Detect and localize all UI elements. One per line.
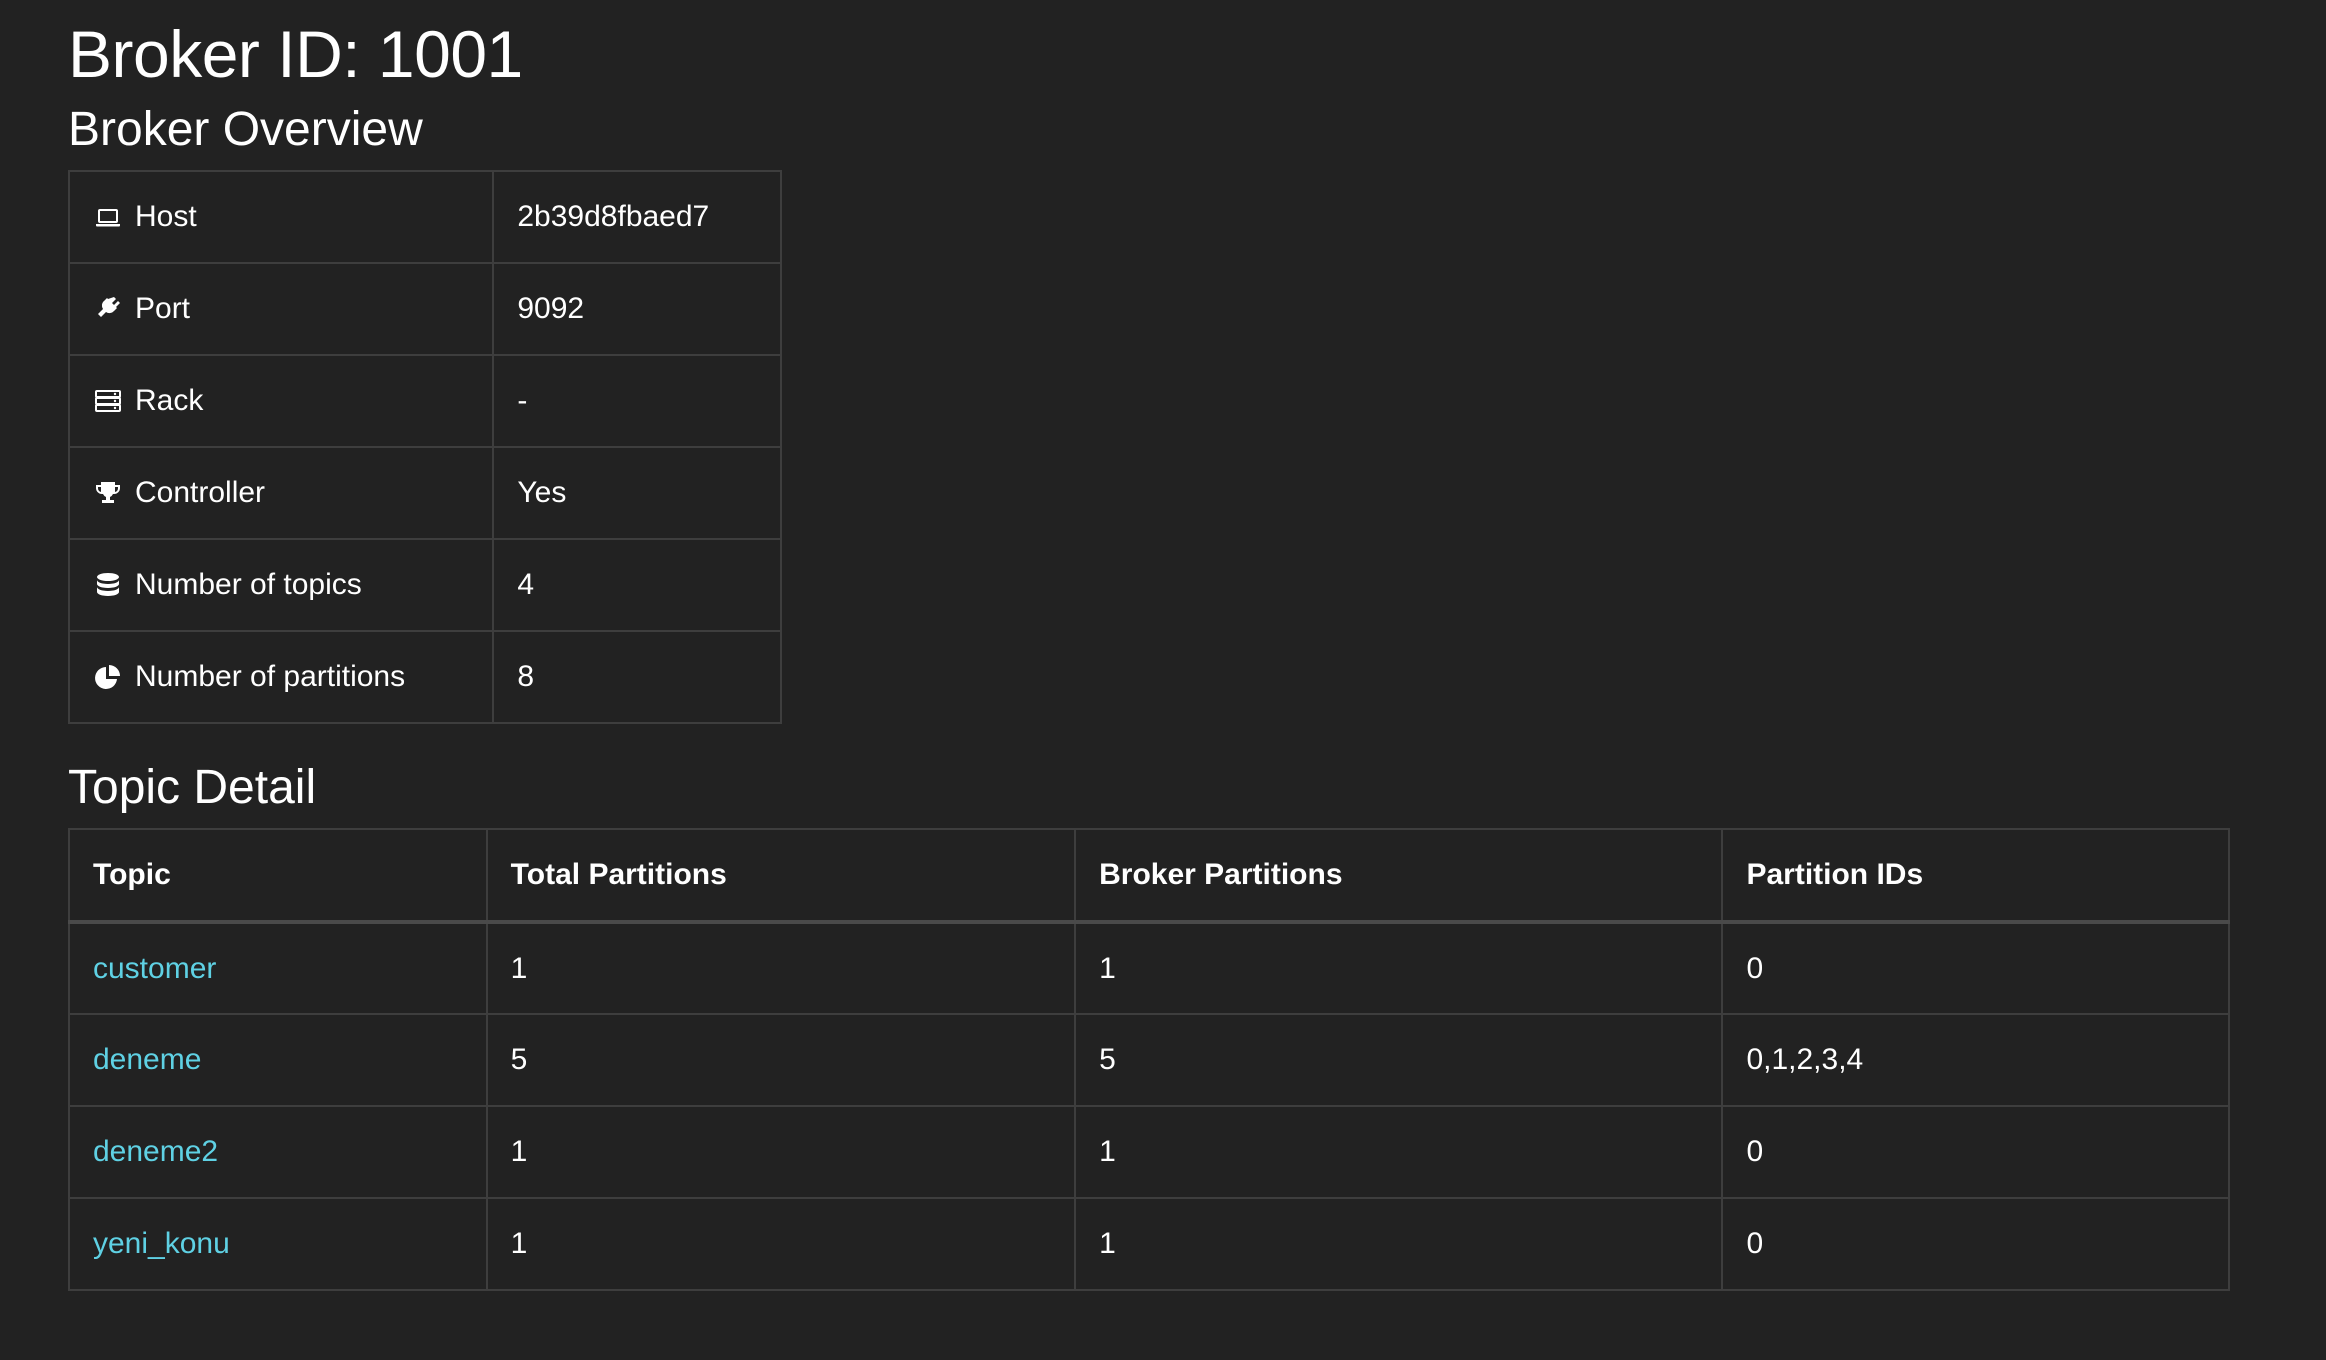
topic-table-header: Topic Total Partitions Broker Partitions… (68, 828, 2230, 924)
topic-detail-table: Topic Total Partitions Broker Partitions… (68, 828, 2230, 1291)
total-partitions-cell: 1 (485, 921, 1077, 1015)
broker-page: Broker ID: 1001 Broker Overview Host 2b3… (0, 0, 2326, 1360)
broker-overview-table: Host 2b39d8fbaed7 Port 9092 Rack - Contr… (67, 170, 782, 724)
laptop-icon (93, 202, 123, 232)
topic-detail-heading: Topic Detail (68, 761, 317, 814)
overview-row-topics: Number of topics 4 (67, 538, 782, 632)
broker-partitions-cell: 1 (1074, 1197, 1724, 1291)
partition-ids-cell: 0,1,2,3,4 (1721, 1013, 2230, 1107)
overview-label-partitions: Number of partitions (135, 660, 406, 693)
table-row: customer 1 1 0 (68, 921, 2230, 1015)
overview-row-controller: Controller Yes (67, 446, 782, 540)
overview-row-port: Port 9092 (67, 262, 782, 356)
overview-label-controller: Controller (135, 476, 266, 509)
table-row: deneme2 1 1 0 (68, 1105, 2230, 1199)
database-icon (93, 570, 123, 600)
column-header-total-partitions: Total Partitions (485, 828, 1077, 924)
broker-partitions-cell: 5 (1074, 1013, 1724, 1107)
total-partitions-cell: 1 (485, 1105, 1077, 1199)
overview-row-host: Host 2b39d8fbaed7 (67, 170, 782, 264)
partition-ids-cell: 0 (1721, 1197, 2230, 1291)
overview-value-topics: 4 (492, 538, 782, 632)
broker-overview-heading: Broker Overview (68, 103, 423, 156)
column-header-topic: Topic (68, 828, 488, 924)
overview-label-port: Port (135, 292, 191, 325)
total-partitions-cell: 1 (485, 1197, 1077, 1291)
overview-value-rack: - (492, 354, 782, 448)
overview-row-rack: Rack - (67, 354, 782, 448)
overview-value-controller: Yes (492, 446, 782, 540)
partition-ids-cell: 0 (1721, 1105, 2230, 1199)
trophy-icon (93, 478, 123, 508)
broker-partitions-cell: 1 (1074, 1105, 1724, 1199)
overview-label-rack: Rack (135, 384, 204, 417)
column-header-partition-ids: Partition IDs (1721, 828, 2230, 924)
topic-link-deneme[interactable]: deneme (93, 1043, 201, 1076)
topic-link-customer[interactable]: customer (93, 952, 216, 985)
topic-link-yeni-konu[interactable]: yeni_konu (93, 1227, 230, 1260)
overview-value-port: 9092 (492, 262, 782, 356)
partition-ids-cell: 0 (1721, 921, 2230, 1015)
overview-value-partitions: 8 (492, 630, 782, 724)
pie-chart-icon (93, 662, 123, 692)
table-row: deneme 5 5 0,1,2,3,4 (68, 1013, 2230, 1107)
overview-label-host: Host (135, 200, 197, 233)
overview-row-partitions: Number of partitions 8 (67, 630, 782, 724)
page-title: Broker ID: 1001 (68, 17, 523, 91)
overview-value-host: 2b39d8fbaed7 (492, 170, 782, 264)
table-row: yeni_konu 1 1 0 (68, 1197, 2230, 1291)
plug-icon (93, 294, 123, 324)
server-icon (93, 386, 123, 416)
column-header-broker-partitions: Broker Partitions (1074, 828, 1724, 924)
topic-link-deneme2[interactable]: deneme2 (93, 1135, 218, 1168)
broker-partitions-cell: 1 (1074, 921, 1724, 1015)
overview-label-topics: Number of topics (135, 568, 362, 601)
total-partitions-cell: 5 (485, 1013, 1077, 1107)
